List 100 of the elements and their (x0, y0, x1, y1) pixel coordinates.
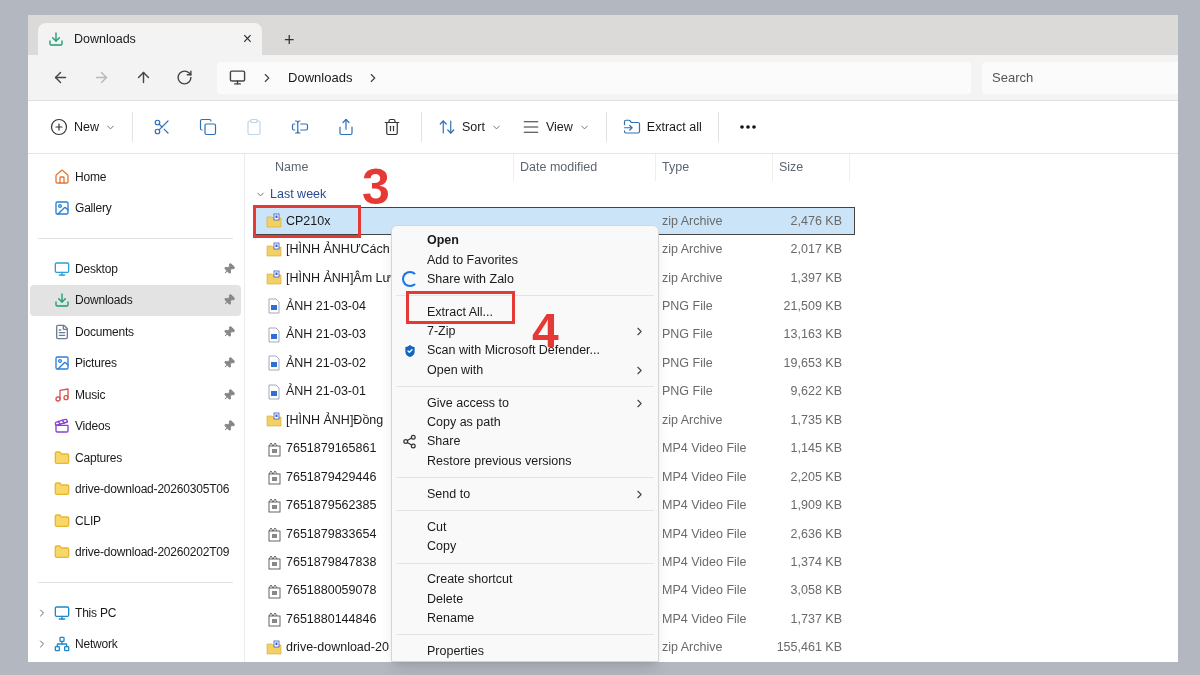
file-type: zip Archive (662, 269, 724, 287)
paste-icon (245, 118, 263, 136)
file-type: MP4 Video File (662, 497, 748, 515)
new-icon (50, 118, 68, 136)
computer-icon (229, 69, 247, 86)
breadcrumb[interactable]: Downloads (288, 67, 353, 88)
toolbar-button[interactable]: New (42, 110, 124, 144)
image-file-icon (266, 298, 282, 315)
file-name: 7651880144846 (286, 610, 377, 628)
file-size: 1,735 KB (789, 411, 842, 429)
file-name: 7651879847838 (286, 554, 377, 571)
file-type: PNG File (662, 298, 714, 316)
download-icon (48, 31, 64, 47)
sidebar-item[interactable]: Documents (30, 316, 241, 348)
file-type: MP4 Video File (662, 610, 748, 628)
file-type: MP4 Video File (662, 554, 748, 571)
sidebar-item[interactable]: Desktop (30, 253, 241, 285)
image-file-icon (266, 326, 282, 343)
share-icon (402, 434, 417, 450)
menu-item[interactable]: Open (427, 233, 459, 248)
sidebar-item[interactable]: Network (30, 628, 241, 660)
folder-icon (54, 481, 70, 498)
file-name: 7651879833654 (286, 525, 377, 543)
file-size: 2,017 KB (789, 241, 842, 259)
toolbar-button[interactable]: Sort (430, 110, 510, 144)
video-file-icon (266, 440, 282, 457)
file-type: MP4 Video File (662, 440, 748, 458)
file-name: 7651879562385 (286, 497, 377, 515)
menu-item[interactable]: Delete (427, 591, 464, 606)
video-file-icon (266, 497, 282, 514)
file-size: 21,509 KB (782, 298, 842, 316)
file-name: [HÌNH ẢNH]Âm Lư (286, 269, 391, 287)
file-name: ẢNH 21-03-02 (286, 354, 366, 372)
share-icon (337, 118, 355, 136)
menu-item[interactable]: Extract All... (427, 304, 493, 319)
file-size: 1,397 KB (789, 269, 842, 287)
file-size: 2,636 KB (789, 525, 842, 543)
column-header[interactable]: Size (772, 154, 850, 182)
sidebar-item[interactable]: drive-download-20260202T09 (30, 536, 241, 568)
menu-item[interactable]: Send to (427, 486, 471, 501)
video-icon (54, 418, 70, 435)
zip-folder-icon (266, 213, 282, 230)
file-type: PNG File (662, 383, 714, 401)
new-tab-button[interactable]: + (284, 31, 295, 49)
sidebar-item[interactable]: Gallery (30, 192, 241, 224)
sidebar-item[interactable]: CLIP (30, 505, 241, 537)
file-type: MP4 Video File (662, 525, 748, 543)
address-bar[interactable]: Downloads (217, 61, 971, 94)
menu-item[interactable]: Give access to (427, 395, 509, 410)
zip-folder-icon (266, 639, 282, 656)
menu-item[interactable]: Properties (427, 644, 484, 658)
file-type: PNG File (662, 354, 714, 372)
file-type: zip Archive (662, 411, 724, 429)
toolbar-button[interactable]: View (513, 110, 598, 144)
sidebar-item[interactable]: This PC (30, 597, 241, 629)
group-header[interactable]: Last week (270, 184, 327, 204)
folder-icon (54, 544, 70, 561)
desktop-icon (54, 260, 70, 277)
file-size: 2,476 KB (789, 212, 842, 230)
video-file-icon (266, 525, 282, 542)
menu-item[interactable]: 7-Zip (427, 324, 456, 339)
file-size: 9,622 KB (789, 383, 842, 401)
file-name: ẢNH 21-03-03 (286, 325, 366, 344)
file-size: 2,205 KB (789, 468, 842, 486)
column-header[interactable]: Type (655, 154, 772, 182)
menu-item[interactable]: Copy (427, 539, 457, 554)
file-type: zip Archive (662, 212, 724, 230)
file-size: 1,909 KB (789, 497, 842, 515)
folder-icon (54, 512, 70, 529)
sidebar-item[interactable]: Captures (30, 442, 241, 474)
file-name: 7651879165861 (286, 440, 377, 458)
search-field[interactable]: Search (982, 61, 1178, 94)
browser-tab[interactable]: Downloads × (38, 23, 262, 55)
sidebar-item[interactable]: drive-download-20260305T06 (30, 473, 241, 505)
menu-item[interactable]: Share (427, 434, 461, 449)
menu-item[interactable]: Copy as path (427, 415, 501, 430)
close-tab-button[interactable]: × (242, 31, 252, 47)
menu-item[interactable]: Rename (427, 610, 475, 625)
menu-item[interactable]: Open with (427, 362, 484, 377)
zip-folder-icon (266, 412, 282, 429)
menu-item[interactable]: Restore previous versions (427, 453, 572, 468)
copy-icon (199, 118, 217, 136)
cut-icon (153, 118, 171, 136)
menu-item[interactable]: Cut (427, 519, 447, 534)
sidebar-item[interactable]: Pictures (30, 347, 241, 379)
menu-item[interactable]: Share with Zalo (427, 271, 514, 286)
sidebar-item[interactable]: Home (30, 161, 241, 193)
file-type: PNG File (662, 326, 714, 344)
gallery-icon (54, 200, 70, 217)
file-size: 1,374 KB (789, 554, 842, 571)
toolbar-button[interactable]: Extract all (614, 110, 710, 144)
column-header[interactable]: Date modified (513, 154, 655, 182)
file-size: 1,145 KB (789, 440, 842, 458)
file-size: 13,163 KB (782, 326, 842, 344)
sidebar-item[interactable]: Downloads (30, 284, 241, 316)
sidebar-item[interactable]: Music (30, 379, 241, 411)
menu-item[interactable]: Add to Favorites (427, 252, 518, 267)
file-type: zip Archive (662, 241, 724, 259)
menu-item[interactable]: Create shortcut (427, 572, 513, 587)
sidebar-item[interactable]: Videos (30, 410, 241, 442)
